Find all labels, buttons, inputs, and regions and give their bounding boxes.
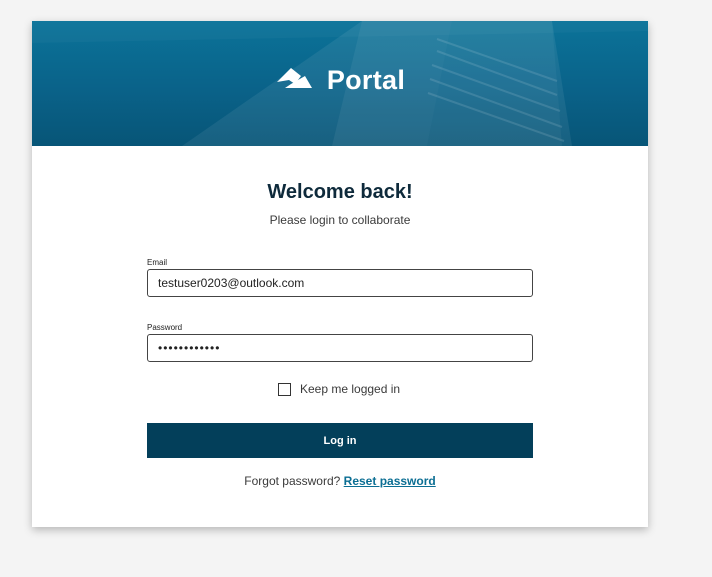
login-button[interactable]: Log in (147, 423, 533, 458)
keep-logged-in-checkbox[interactable] (278, 382, 291, 396)
password-field[interactable] (147, 334, 533, 362)
brand-lockup: Portal (32, 65, 648, 96)
keep-logged-in-label[interactable]: Keep me logged in (300, 382, 400, 396)
email-label: Email (147, 258, 168, 267)
header-banner: Portal (32, 21, 648, 146)
brand-name: Portal (326, 65, 406, 95)
page-subtitle: Please login to collaborate (269, 213, 411, 227)
forgot-password-text: Forgot password? (244, 474, 341, 488)
portal-logo-icon (275, 66, 313, 95)
email-field[interactable] (147, 269, 533, 297)
reset-password-link[interactable]: Reset password (344, 474, 436, 488)
password-label: Password (147, 323, 183, 332)
login-card: Portal Welcome back! Please login to col… (32, 21, 648, 527)
forgot-password-row: Forgot password? Reset password (32, 474, 648, 488)
keep-logged-in-option[interactable]: Keep me logged in (278, 382, 400, 396)
page-title: Welcome back! (267, 181, 413, 203)
